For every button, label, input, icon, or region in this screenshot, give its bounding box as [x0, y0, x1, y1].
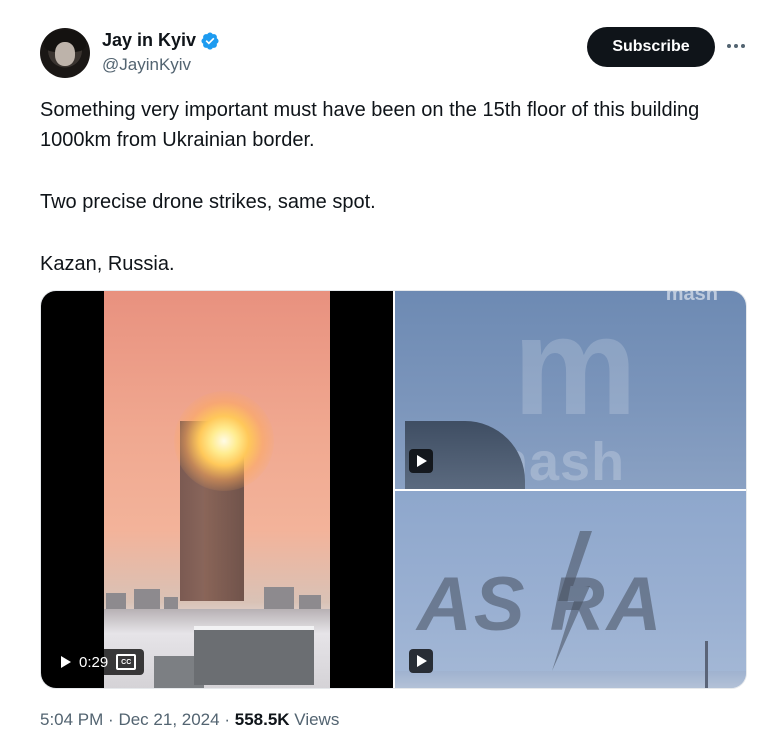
background-buildings [104, 571, 330, 611]
tweet-paragraph: Two precise drone strikes, same spot. [40, 191, 376, 213]
play-icon[interactable] [409, 449, 433, 473]
views-count[interactable]: 558.5K [235, 710, 290, 729]
author-display-name[interactable]: Jay in Kyiv [102, 30, 220, 51]
tweet-paragraph: Kazan, Russia. [40, 253, 175, 275]
more-dot [734, 44, 738, 48]
views-label: Views [294, 710, 340, 729]
tweet-meta: 5:04 PM · Dec 21, 2024 · 558.5K Views [40, 710, 339, 730]
horizon [395, 671, 746, 688]
video-top-right-thumbnail[interactable]: m mash mash [395, 291, 746, 489]
display-name-text[interactable]: Jay in Kyiv [102, 30, 196, 51]
tweet-text: Something very important must have been … [40, 95, 730, 279]
video-bottom-right-thumbnail[interactable]: AS RA [395, 491, 746, 688]
foreground-building [194, 626, 314, 685]
author-avatar[interactable] [40, 28, 90, 78]
more-dot [727, 44, 731, 48]
video-duration: 0:29 [79, 653, 109, 671]
tweet-date[interactable]: Dec 21, 2024 [118, 710, 219, 729]
more-dot [741, 44, 745, 48]
video-controls[interactable]: 0:29 CC [53, 649, 145, 675]
play-icon[interactable] [61, 656, 71, 668]
explosion-glow [174, 391, 274, 491]
closed-captions-icon[interactable]: CC [116, 654, 137, 670]
verified-badge-icon [201, 31, 219, 50]
light-pole [705, 641, 708, 688]
video-frame [104, 291, 330, 688]
subscribe-button[interactable]: Subscribe [587, 27, 715, 67]
meta-separator: · [108, 710, 114, 729]
tweet-paragraph: Something very important must have been … [40, 99, 700, 151]
astra-bolt-watermark [552, 531, 592, 671]
more-options-icon[interactable] [722, 36, 750, 56]
avatar-face [55, 42, 75, 66]
play-icon[interactable] [409, 649, 433, 673]
meta-separator: · [224, 710, 230, 729]
author-handle[interactable]: @JayinKyiv [102, 55, 191, 75]
media-grid: 0:29 CC m mash mash AS RA [40, 290, 747, 689]
mash-corner-watermark: mash [665, 291, 718, 305]
mash-logo-watermark: m [512, 291, 638, 444]
video-main-thumbnail[interactable]: 0:29 CC [41, 291, 393, 688]
tweet-time[interactable]: 5:04 PM [40, 710, 103, 729]
